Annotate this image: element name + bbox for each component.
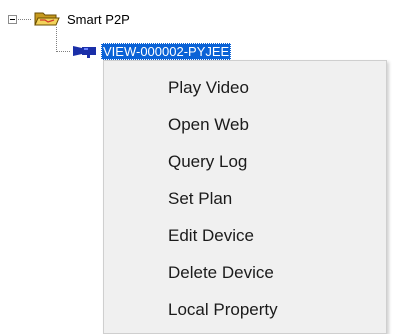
menu-item-open-web[interactable]: Open Web (168, 115, 249, 135)
menu-item-delete-device[interactable]: Delete Device (168, 263, 274, 283)
tree-root-label[interactable]: Smart P2P (67, 12, 130, 28)
menu-item-edit-device[interactable]: Edit Device (168, 226, 254, 246)
menu-item-set-plan[interactable]: Set Plan (168, 189, 232, 209)
camera-icon (73, 46, 96, 58)
tree-device-item[interactable]: VIEW-000002-PYJEE (101, 43, 232, 60)
menu-item-local-property[interactable]: Local Property (168, 300, 278, 320)
context-menu: Play Video Open Web Query Log Set Plan E… (103, 60, 387, 334)
menu-item-query-log[interactable]: Query Log (168, 152, 247, 172)
tree-connector (18, 19, 32, 20)
menu-item-play-video[interactable]: Play Video (168, 78, 249, 98)
collapse-toggle-icon[interactable] (8, 15, 17, 24)
folder-open-icon (34, 12, 60, 26)
tree-connector (57, 51, 71, 52)
tree-connector (56, 27, 57, 52)
